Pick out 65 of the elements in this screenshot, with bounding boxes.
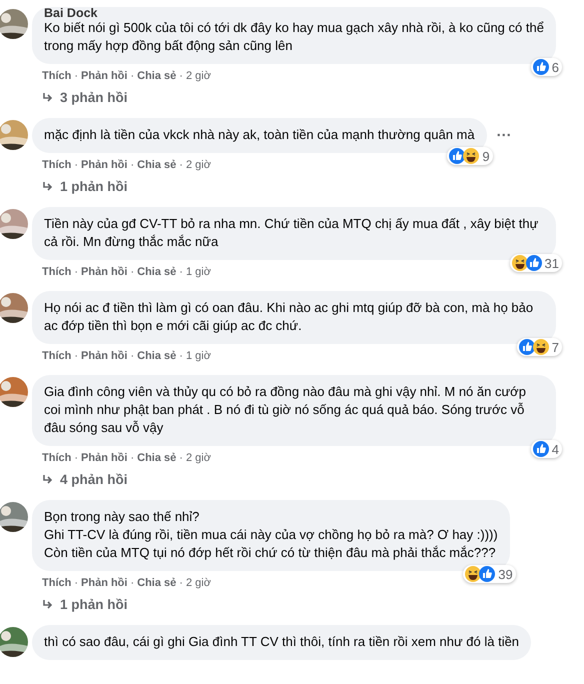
comment-text: Tiền này của gđ CV-TT bỏ ra nha mn. Chứ tiền của MTQ chị ấy mua đất , xây biệt thự cả rồi. Mn đừng thắc mắc nữa [44,215,540,251]
comment-action-link[interactable]: Chia sẻ [137,266,176,278]
view-replies-link[interactable]: 3 phản hồi [32,82,584,105]
comment-action-link[interactable]: Thích [42,577,72,589]
comment-time[interactable]: 1 giờ [186,266,211,278]
separator-dot: · [179,452,183,464]
reply-arrow-icon [42,598,54,610]
separator-dot: · [130,70,134,82]
separator-dot: · [179,70,183,82]
separator-dot: · [179,266,183,278]
comment-time[interactable]: 1 giờ [186,350,211,362]
separator-dot: · [74,452,78,464]
more-options-button[interactable]: ··· [496,127,512,144]
comment-time[interactable]: 2 giờ [186,159,211,171]
reply-arrow-icon [42,474,54,486]
reply-arrow-icon [42,180,54,192]
reaction-count[interactable]: 4 [530,440,562,458]
separator-dot: · [74,159,78,171]
comment-action-link[interactable]: Chia sẻ [137,577,176,589]
comment-time[interactable]: 2 giờ [186,577,211,589]
comment-action-link[interactable]: Phản hồi [81,577,128,589]
comment-time[interactable]: 2 giờ [186,452,211,464]
separator-dot: · [74,266,78,278]
separator-dot: · [130,350,134,362]
comment-action-link[interactable]: Thích [42,70,72,82]
comment-action-link[interactable]: Thích [42,159,72,171]
comment-time[interactable]: 2 giờ [186,70,211,82]
comment-action-link[interactable]: Chia sẻ [137,159,176,171]
reaction-count[interactable]: 6 [530,58,562,76]
view-replies-link[interactable]: 1 phản hồi [32,589,584,612]
separator-dot: · [74,577,78,589]
comment-text: Họ nói ac đ tiền thì làm gì có oan đâu. Khi nào ac ghi mtq giúp đỡ bà con, mà họ bảo ac đớp tiền thì bọn e mới cãi giúp ac đc chứ. [44,299,534,335]
comment-action-link[interactable]: Chia sẻ [137,452,176,464]
separator-dot: · [74,70,78,82]
separator-dot: · [74,350,78,362]
separator-dot: · [130,266,134,278]
comment-text: Bọn trong này sao thế nhỉ? Ghi TT-CV là đúng rồi, tiền mua cái này của vợ chồng họ bỏ ra mà? Ơ hay :)))) Còn tiền của MTQ tụi nó đớp hết rồi chứ có từ thiện đâu mà phải thắc mắc??? [44,508,498,562]
view-replies-link[interactable]: 4 phản hồi [32,464,584,487]
reply-arrow-icon [42,92,54,104]
separator-dot: · [130,159,134,171]
comment-action-link[interactable]: Phản hồi [81,70,128,82]
separator-dot: · [179,350,183,362]
comment-action-link[interactable]: Thích [42,452,72,464]
comment-text: Ko biết nói gì 500k của tôi có tới dk đây ko hay mua gạch xây nhà rồi, à ko cũng có thể trong mấy hợp đồng bất động sản cũng lên [44,19,544,55]
separator-dot: · [179,577,183,589]
reaction-count[interactable]: 9 [447,147,493,165]
separator-dot: · [130,577,134,589]
separator-dot: · [130,452,134,464]
comment-action-link[interactable]: Thích [42,266,72,278]
separator-dot: · [179,159,183,171]
comment-action-link[interactable]: Chia sẻ [137,70,176,82]
comment-action-link[interactable]: Phản hồi [81,452,128,464]
reaction-count[interactable]: 31 [510,254,562,272]
comment-action-link[interactable]: Phản hồi [81,266,128,278]
commenter-name[interactable]: Bai Dock [44,7,544,19]
comment-action-link[interactable]: Chia sẻ [137,350,176,362]
view-replies-link[interactable]: 1 phản hồi [32,171,584,194]
comment-text: mặc định là tiền của vkck nhà này ak, toàn tiền của mạnh thường quân mà [44,126,475,144]
reaction-count[interactable]: 7 [516,338,562,356]
comment-action-link[interactable]: Phản hồi [81,159,128,171]
comment-text: Gia đình công viên và thủy qu có bỏ ra đồng nào đâu mà ghi vậy nhỉ. M nó ăn cướp coi mình như phật ban phát . B nó đi tù giờ nó sống ác quá quả báo. Sóng trước vỗ đâu sóng sau vỗ vậy [44,383,527,437]
comment-text: thì có sao đâu, cái gì ghi Gia đình TT CV thì thôi, tính ra tiền rồi xem như đó là tiền [44,633,520,651]
reaction-count[interactable]: 39 [463,565,516,583]
comment-action-link[interactable]: Thích [42,350,72,362]
comment-action-link[interactable]: Phản hồi [81,350,128,362]
